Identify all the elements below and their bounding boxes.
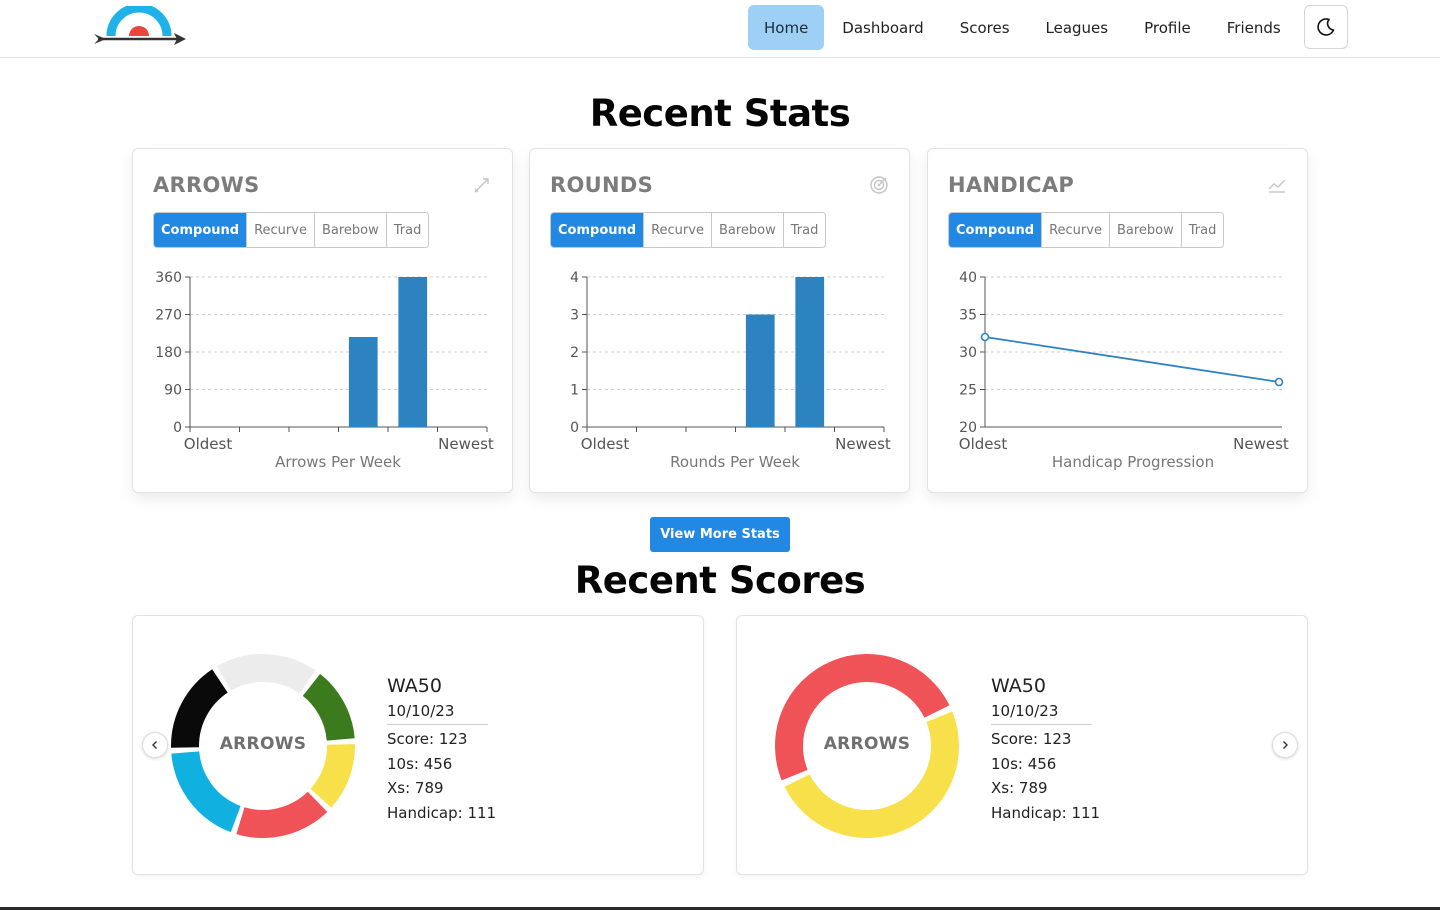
nav-leagues[interactable]: Leagues (1028, 5, 1127, 50)
tab-compound[interactable]: Compound (154, 213, 248, 247)
y-tick-label: 0 (173, 420, 182, 436)
bar (745, 314, 775, 427)
series-line (984, 336, 1280, 383)
score-card[interactable]: ARROWS WA50 10/10/23 Score: 123 10s: 456… (736, 615, 1308, 875)
card-title: HANDICAP (948, 173, 1075, 197)
view-more-stats-button[interactable]: View More Stats (650, 517, 790, 552)
score-info: WA50 10/10/23 Score: 123 10s: 456 Xs: 78… (991, 673, 1191, 825)
target-icon (870, 176, 888, 194)
arrows-per-week-chart: 0 90 180 270 360 Oldest Newest Arrows Per Week (155, 270, 494, 471)
tab-barebow[interactable]: Barebow (314, 213, 387, 247)
rounds-per-week-chart: 0 1 2 3 4 Oldest Newest Rounds Per Week (570, 270, 891, 471)
handicap-card: HANDICAP Compound Recurve Barebow Trad 2… (927, 148, 1308, 493)
nav-dashboard[interactable]: Dashboard (824, 5, 941, 50)
y-tick-label: 270 (155, 308, 182, 324)
score-info: WA50 10/10/23 Score: 123 10s: 456 Xs: 78… (387, 673, 587, 825)
tab-compound[interactable]: Compound (551, 213, 645, 247)
rounds-card: ROUNDS Compound Recurve Barebow Trad 0 1 2… (529, 148, 910, 493)
y-tick-label: 0 (570, 420, 579, 436)
y-tick-label: 360 (155, 270, 182, 286)
tab-trad[interactable]: Trad (783, 213, 826, 247)
x-tick-label-oldest: Oldest (581, 435, 630, 453)
nav-profile[interactable]: Profile (1126, 5, 1209, 50)
x-tick-label-oldest: Oldest (184, 435, 233, 453)
card-title: ARROWS (153, 173, 260, 197)
bar (398, 277, 428, 427)
nav-home[interactable]: Home (748, 5, 825, 50)
donut-center-label: ARROWS (219, 734, 307, 754)
score-total: Score: 123 (991, 730, 1072, 748)
y-tick-label: 180 (155, 345, 182, 361)
data-point (1274, 377, 1284, 387)
y-tick-label: 1 (570, 383, 579, 399)
bow-type-tabs: Compound Recurve Barebow Trad (550, 212, 827, 248)
tab-barebow[interactable]: Barebow (1109, 213, 1182, 247)
score-round-name: WA50 (387, 675, 442, 697)
tab-trad[interactable]: Trad (1181, 213, 1224, 247)
bow-type-tabs: Compound Recurve Barebow Trad (948, 212, 1225, 248)
nav-links: Home Dashboard Scores Leagues Profile Fr… (748, 5, 1299, 50)
arrows-card: ARROWS Compound Recurve Barebow Trad 0 90… (132, 148, 513, 493)
recent-stats-title: Recent Stats (589, 92, 851, 135)
y-tick-label: 30 (959, 345, 977, 361)
chevron-left-icon (152, 741, 157, 749)
x-tick-label-newest: Newest (835, 435, 891, 453)
navbar: Home Dashboard Scores Leagues Profile Fr… (0, 0, 1440, 58)
tab-trad[interactable]: Trad (386, 213, 429, 247)
donut-center-label: ARROWS (823, 734, 911, 754)
nav-scores[interactable]: Scores (942, 5, 1028, 50)
y-tick-label: 2 (570, 345, 579, 361)
x-tick-label-newest: Newest (438, 435, 494, 453)
score-handicap: Handicap: 111 (991, 803, 1101, 822)
score-round-name: WA50 (991, 675, 1046, 697)
theme-toggle-button[interactable] (1304, 5, 1348, 49)
archery-logo-icon[interactable] (92, 6, 188, 50)
carousel-prev-button[interactable] (142, 732, 168, 758)
bow-type-tabs: Compound Recurve Barebow Trad (153, 212, 430, 248)
moon-icon (1317, 18, 1335, 36)
tab-recurve[interactable]: Recurve (644, 213, 712, 247)
y-tick-label: 3 (570, 308, 579, 324)
score-handicap: Handicap: 111 (387, 803, 497, 822)
score-card[interactable]: ARROWS WA50 10/10/23 Score: 123 10s: 456… (132, 615, 704, 875)
score-date: 10/10/23 (387, 699, 488, 725)
y-tick-label: 20 (959, 420, 977, 436)
score-tens: 10s: 456 (387, 754, 453, 773)
x-tick-label-oldest: Oldest (959, 435, 1008, 453)
tab-recurve[interactable]: Recurve (247, 213, 315, 247)
recent-scores-title: Recent Scores (574, 559, 866, 602)
y-tick-label: 4 (570, 270, 579, 286)
arrow-icon (474, 178, 489, 193)
tab-compound[interactable]: Compound (949, 213, 1043, 247)
line-chart-icon (1268, 179, 1286, 193)
y-tick-label: 35 (959, 308, 977, 324)
tab-barebow[interactable]: Barebow (711, 213, 784, 247)
bar (795, 277, 825, 427)
handicap-progression-chart: 20 25 30 35 40 Oldest Newest Handicap Progressi… (959, 270, 1289, 471)
x-tick-label-newest: Newest (1233, 435, 1289, 453)
bar (348, 337, 378, 427)
card-title: ROUNDS (550, 173, 654, 197)
score-xs: Xs: 789 (387, 779, 444, 798)
y-tick-label: 90 (164, 383, 182, 399)
nav-friends[interactable]: Friends (1209, 5, 1299, 50)
carousel-next-button[interactable] (1272, 732, 1298, 758)
x-axis-label: Handicap Progression (1052, 453, 1214, 471)
chevron-right-icon (1283, 741, 1288, 749)
y-tick-label: 25 (959, 383, 977, 399)
x-axis-label: Arrows Per Week (275, 453, 401, 471)
x-axis-label: Rounds Per Week (670, 453, 800, 471)
y-tick-label: 40 (959, 270, 977, 286)
score-tens: 10s: 456 (991, 754, 1057, 773)
tab-recurve[interactable]: Recurve (1042, 213, 1110, 247)
score-xs: Xs: 789 (991, 779, 1048, 798)
data-point (980, 332, 990, 342)
score-date: 10/10/23 (991, 699, 1092, 725)
score-total: Score: 123 (387, 730, 468, 748)
